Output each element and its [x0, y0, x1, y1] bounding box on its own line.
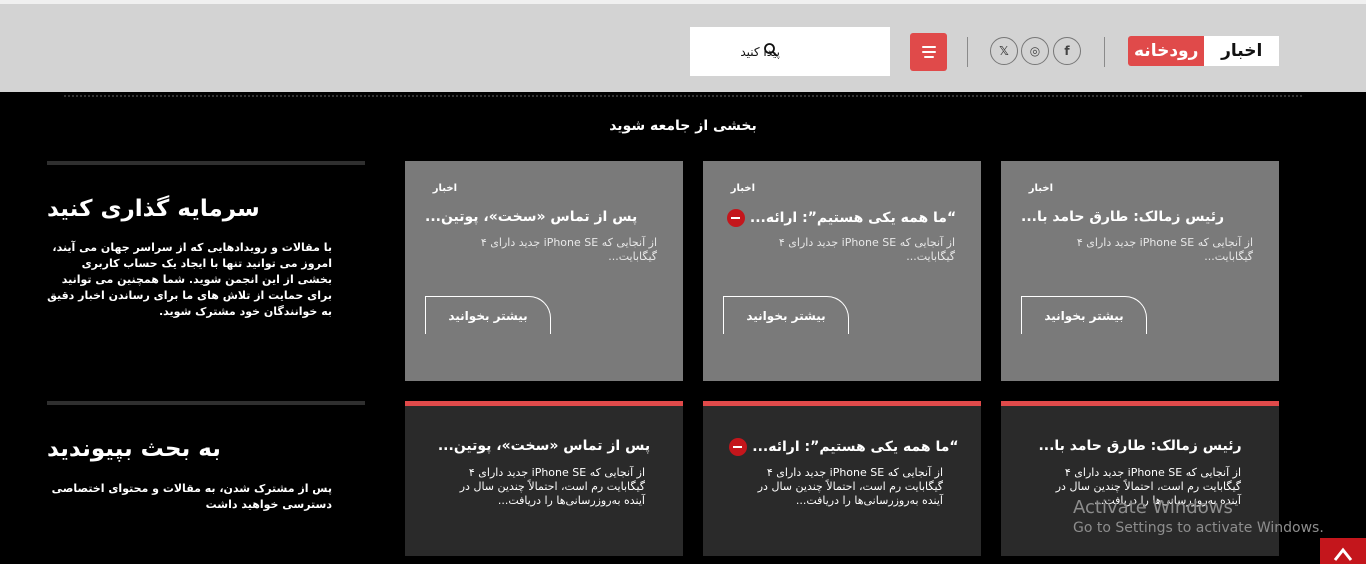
- search-box: [690, 27, 890, 76]
- section-title: بخشی از جامعه شوید: [609, 118, 757, 134]
- logo-red-part: رودخانه: [1128, 36, 1205, 66]
- facebook-icon[interactable]: f: [1053, 37, 1081, 65]
- card-title[interactable]: “ما همه یکی هستیم”: ارائه...: [703, 438, 981, 456]
- card-title[interactable]: پس از تماس «سخت»، پوتین...: [405, 209, 683, 225]
- invest-title: سرمایه گذاری کنید: [47, 196, 260, 222]
- article-card[interactable]: اخبار پس از تماس «سخت»، پوتین... از آنجا…: [405, 161, 683, 381]
- card-excerpt: از آنجایی که iPhone SE جدید دارای ۴ گیگا…: [1076, 236, 1253, 263]
- video-icon: [729, 438, 748, 456]
- watermark-line2: Go to Settings to activate Windows.: [1073, 520, 1324, 536]
- card-category[interactable]: اخبار: [417, 183, 457, 194]
- menu-icon: [921, 51, 936, 53]
- card-excerpt: از آنجایی که iPhone SE جدید دارای ۴ گیگا…: [757, 466, 943, 507]
- article-card[interactable]: اخبار “ما همه یکی هستیم”: ارائه... از آن…: [703, 161, 981, 381]
- search-icon[interactable]: [763, 42, 779, 58]
- dotted-divider: [64, 95, 1302, 97]
- watermark-line1: Activate Windows: [1073, 497, 1233, 518]
- menu-icon: [923, 56, 934, 58]
- card-title-text: “ما همه یکی هستیم”: ارائه...: [749, 210, 957, 226]
- chevron-up-icon: [1333, 547, 1353, 561]
- read-more-button[interactable]: بیشتر بخوانید: [1021, 296, 1147, 334]
- card-category[interactable]: اخبار: [715, 183, 755, 194]
- windows-activation-watermark: Activate Windows Go to Settings to activ…: [1073, 497, 1324, 536]
- card-title[interactable]: “ما همه یکی هستیم”: ارائه...: [703, 209, 981, 227]
- discuss-title: به بحث بپیوندید: [47, 436, 221, 462]
- menu-button[interactable]: [910, 33, 947, 71]
- card-excerpt: از آنجایی که iPhone SE جدید دارای ۴ گیگا…: [459, 466, 645, 507]
- discuss-text: پس از مشترک شدن، به مقالات و محتوای اختص…: [51, 482, 332, 511]
- video-icon: [727, 209, 745, 227]
- card-title-text: “ما همه یکی هستیم”: ارائه...: [752, 439, 959, 455]
- card-category[interactable]: اخبار: [1013, 183, 1053, 194]
- card-excerpt: از آنجایی که iPhone SE جدید دارای ۴ گیگا…: [480, 236, 657, 263]
- side-rule: [47, 401, 365, 405]
- side-rule: [47, 161, 365, 165]
- site-logo[interactable]: رودخانه اخبار: [1128, 36, 1279, 66]
- article-card[interactable]: پس از تماس «سخت»، پوتین... از آنجایی که …: [405, 401, 683, 556]
- site-header: رودخانه اخبار f ◎ 𝕏: [0, 0, 1366, 92]
- card-title[interactable]: پس از تماس «سخت»، پوتین...: [405, 438, 683, 454]
- menu-icon: [921, 46, 936, 48]
- card-title[interactable]: رئیس زمالک: طارق حامد با...: [1001, 438, 1279, 454]
- invest-text: با مقالات و رویدادهایی که از سراسر جهان …: [47, 241, 332, 318]
- x-twitter-icon[interactable]: 𝕏: [990, 37, 1018, 65]
- read-more-button[interactable]: بیشتر بخوانید: [723, 296, 849, 334]
- instagram-icon[interactable]: ◎: [1021, 37, 1049, 65]
- logo-white-part: اخبار: [1204, 36, 1279, 66]
- header-divider: [967, 37, 968, 67]
- read-more-button[interactable]: بیشتر بخوانید: [425, 296, 551, 334]
- article-card[interactable]: اخبار رئیس زمالک: طارق حامد با... از آنج…: [1001, 161, 1279, 381]
- header-divider: [1104, 37, 1105, 67]
- scroll-to-top-button[interactable]: [1320, 538, 1366, 564]
- card-title[interactable]: رئیس زمالک: طارق حامد با...: [1001, 209, 1279, 225]
- article-card[interactable]: “ما همه یکی هستیم”: ارائه... از آنجایی ک…: [703, 401, 981, 556]
- card-excerpt: از آنجایی که iPhone SE جدید دارای ۴ گیگا…: [778, 236, 955, 263]
